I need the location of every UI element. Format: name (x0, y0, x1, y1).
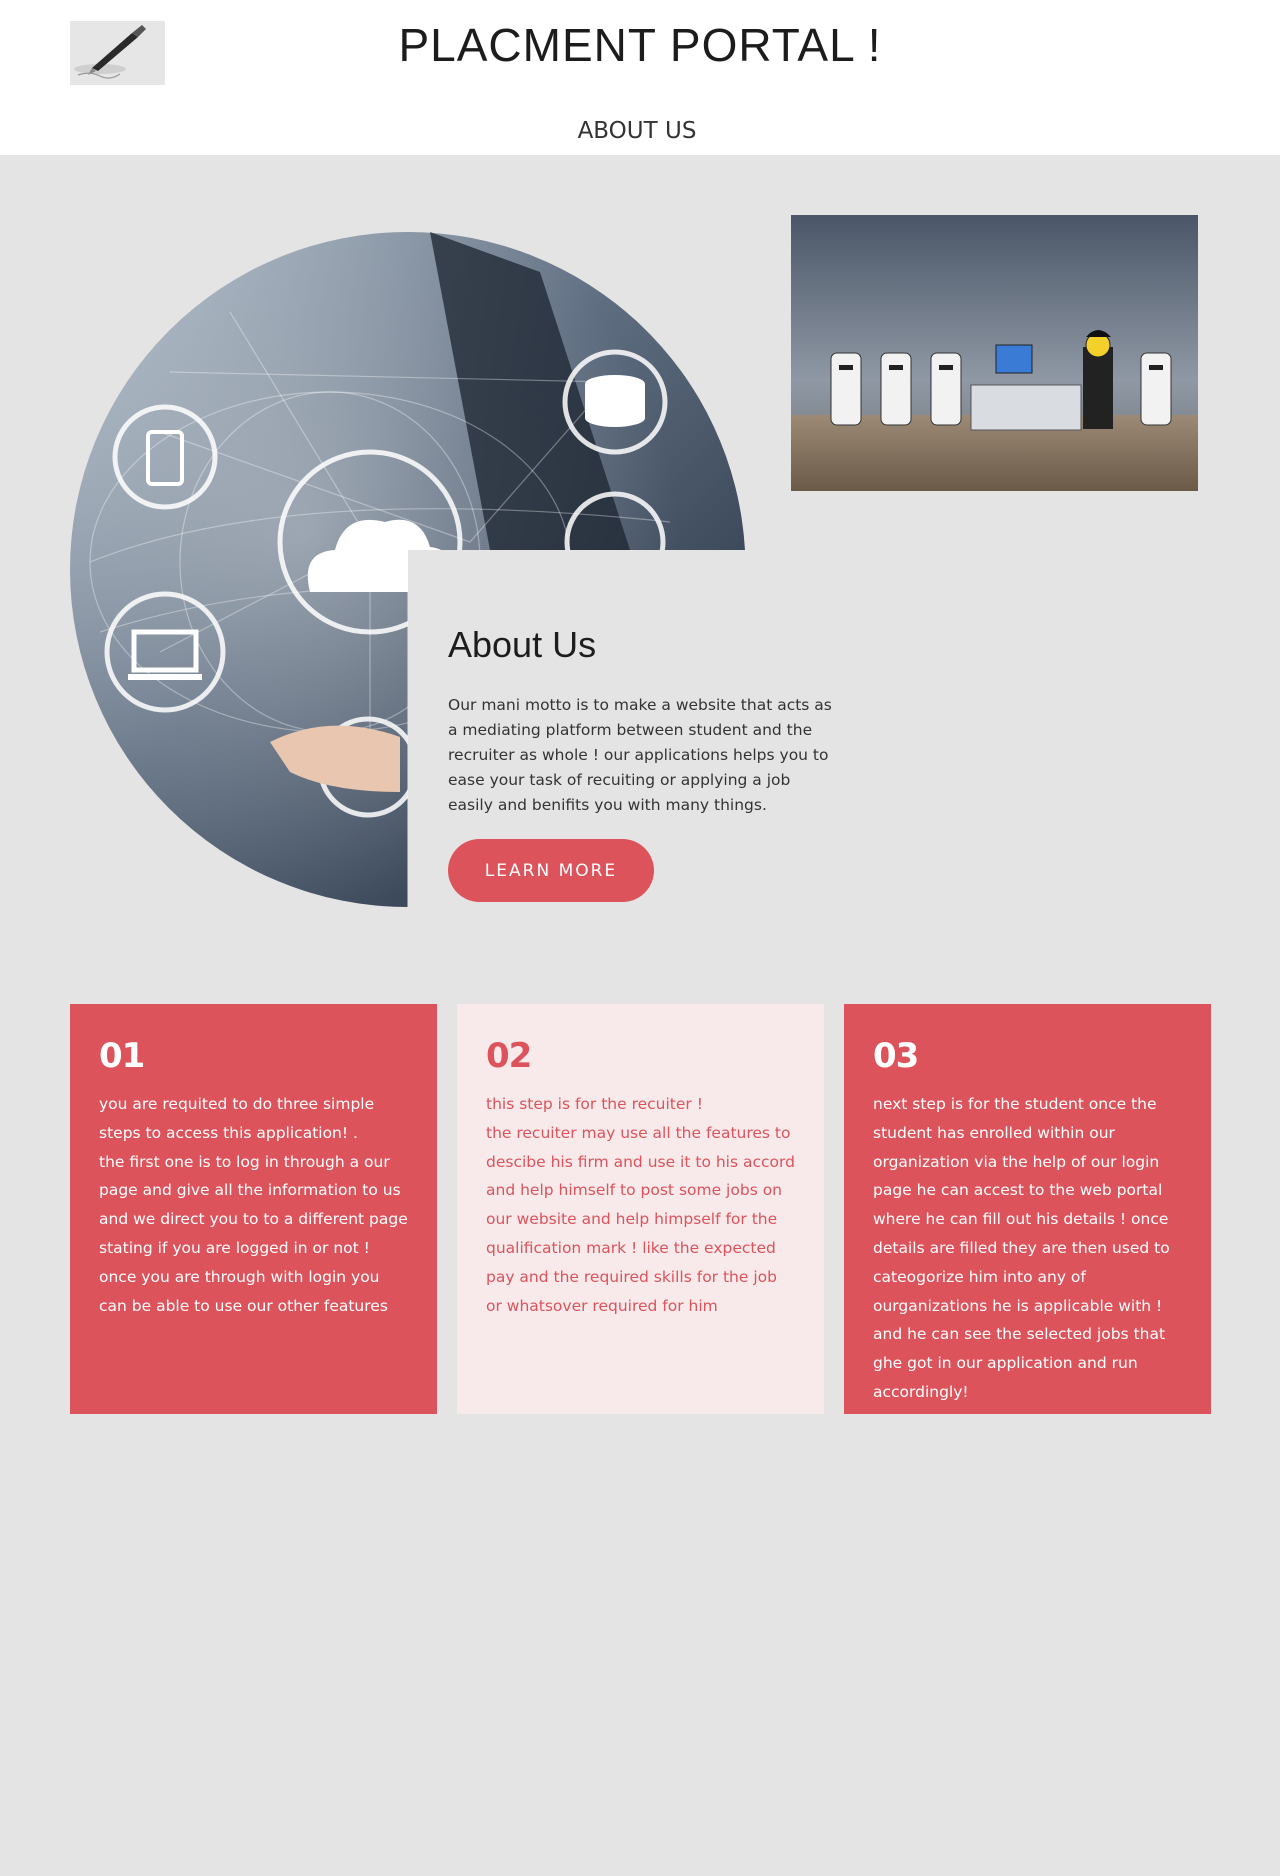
nav-about-us[interactable]: ABOUT US (0, 118, 1274, 144)
lego-stormtroopers-office-photo (791, 215, 1198, 491)
page-title: PLACMENT PORTAL ! (398, 19, 882, 71)
step-number: 02 (486, 1036, 532, 1076)
step-description: this step is for the recuiter ! the recu… (486, 1095, 795, 1315)
step-description: you are requited to do three simple step… (99, 1095, 408, 1315)
step-card-2: 02 this step is for the recuiter ! the r… (457, 1004, 824, 1414)
step-card-3: 03 next step is for the student once the… (844, 1004, 1211, 1414)
about-heading: About Us (448, 624, 597, 665)
step-description: next step is for the student once the st… (873, 1095, 1170, 1401)
site-header: PLACMENT PORTAL ! ABOUT US (0, 0, 1280, 155)
learn-more-button[interactable]: LEARN MORE (448, 839, 654, 902)
about-description: Our mani motto is to make a website that… (448, 696, 832, 814)
step-number: 03 (873, 1036, 919, 1076)
step-number: 01 (99, 1036, 145, 1076)
step-card-1: 01 you are requited to do three simple s… (70, 1004, 437, 1414)
